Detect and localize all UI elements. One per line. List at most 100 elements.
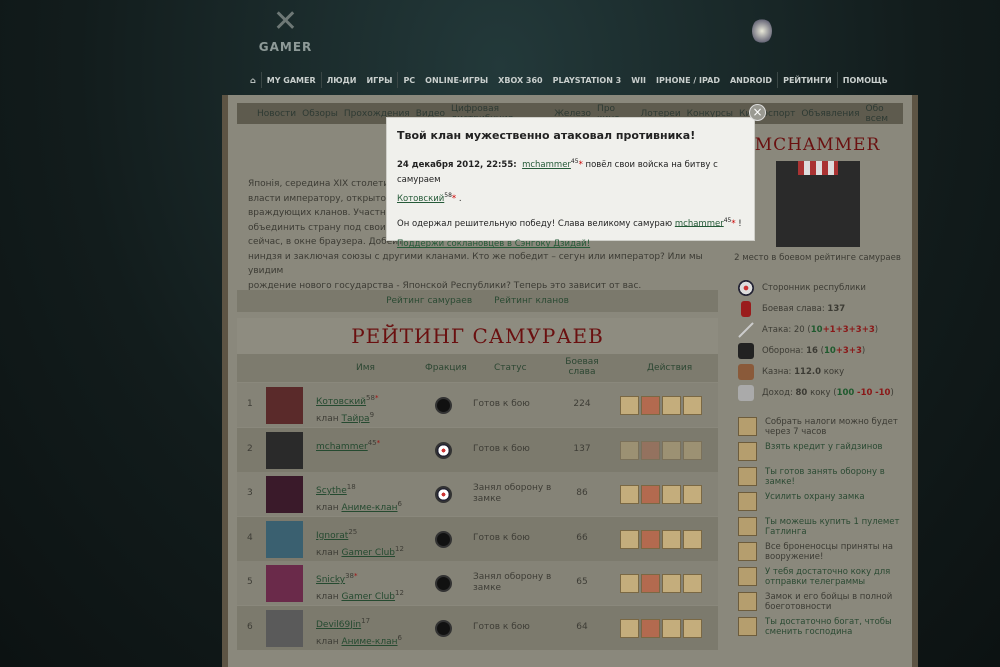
attack-swords-icon[interactable]	[620, 529, 639, 549]
fan-icon[interactable]	[641, 396, 660, 415]
spears-icon[interactable]	[662, 618, 681, 638]
player-link[interactable]: Scythe	[316, 486, 347, 496]
attack-swords-icon[interactable]	[620, 485, 639, 504]
castle-action-item[interactable]: Ты готов занять оборону в замке!	[738, 467, 905, 492]
fan-icon[interactable]	[641, 440, 660, 460]
winner-link[interactable]: mchammer	[675, 218, 724, 228]
player-link[interactable]: Котовский	[316, 397, 366, 407]
attack-swords-icon[interactable]	[620, 440, 639, 460]
rank: 3	[247, 488, 253, 498]
castle-action-item[interactable]: Замок и его бойцы в полной боеготовности	[738, 592, 905, 617]
spears-icon[interactable]	[662, 574, 681, 593]
stat-treasury: Казна: 112.0 коку	[738, 361, 905, 382]
player-avatar[interactable]	[266, 609, 303, 647]
player-avatar[interactable]	[266, 476, 303, 513]
topnav-item[interactable]: WII	[626, 76, 651, 85]
subnav-item[interactable]: Обзоры	[302, 109, 338, 119]
spears-icon[interactable]	[662, 396, 681, 415]
status: Готов к бою	[473, 399, 530, 409]
player-link[interactable]: Snicky	[316, 575, 345, 585]
value: -10	[857, 387, 873, 398]
sword-icon	[738, 321, 754, 338]
level: 6	[397, 500, 402, 508]
stat-text: Казна: 112.0 коку	[762, 367, 844, 377]
value: +3	[861, 324, 875, 335]
topnav-item[interactable]: ONLINE-ИГРЫ	[420, 76, 493, 85]
status: Готов к бою	[473, 532, 530, 543]
spears-icon[interactable]	[662, 529, 681, 549]
shuriken-icon[interactable]	[683, 574, 702, 593]
home-icon[interactable]: ⌂	[245, 76, 261, 85]
value: +3	[848, 345, 862, 356]
action-icon	[738, 567, 757, 586]
star-icon: *	[451, 193, 457, 204]
topnav-item[interactable]: ПОМОЩЬ	[838, 76, 893, 85]
clan-link[interactable]: Тайра	[341, 414, 369, 424]
action-label: Замок и его бойцы в полной боеготовности	[765, 592, 893, 612]
table-header: Имя Фракция Статус Боевая слава Действия	[237, 354, 718, 382]
castle-action-item[interactable]: Усилить охрану замка	[738, 492, 905, 517]
shuriken-icon[interactable]	[683, 440, 702, 460]
player-avatar[interactable]	[266, 387, 303, 424]
attacker-link[interactable]: mchammer	[522, 160, 571, 170]
attack-swords-icon[interactable]	[620, 396, 639, 415]
topnav-item[interactable]: РЕЙТИНГИ	[778, 76, 837, 85]
topnav-item[interactable]: PLAYSTATION 3	[548, 76, 627, 85]
clan-link[interactable]: Gamer Club	[341, 592, 395, 602]
castle-action-item[interactable]: Ты достаточно богат, чтобы сменить госпо…	[738, 617, 905, 642]
clan-prefix: клан	[316, 503, 339, 513]
attack-swords-icon[interactable]	[620, 618, 639, 638]
topnav-item[interactable]: XBOX 360	[493, 76, 547, 85]
topnav-item[interactable]: MY GAMER	[262, 76, 321, 85]
status: Готов к бою	[473, 621, 530, 632]
fan-icon[interactable]	[641, 529, 660, 549]
action-icon	[738, 442, 757, 461]
fan-icon[interactable]	[641, 618, 660, 638]
gamer-logo[interactable]: ✕ GAMER	[248, 4, 323, 60]
shuriken-icon[interactable]	[683, 396, 702, 415]
fan-icon[interactable]	[641, 574, 660, 593]
profile-avatar[interactable]	[775, 161, 860, 247]
profile-place: 2 место в боевом рейтинге самураев	[734, 253, 901, 263]
castle-action-item[interactable]: Ты можешь купить 1 пулемет Гатлинга	[738, 517, 905, 542]
clan-link[interactable]: Gamer Club	[341, 548, 395, 558]
shogun-faction-icon	[435, 575, 452, 592]
castle-action-item[interactable]: Взять кредит у гайдзинов	[738, 442, 905, 467]
tab-clan-rating[interactable]: Рейтинг кланов	[494, 296, 569, 306]
attack-swords-icon[interactable]	[620, 574, 639, 593]
tab-samurai-rating[interactable]: Рейтинг самураев	[386, 296, 472, 306]
value: +3	[848, 324, 862, 335]
shuriken-icon[interactable]	[683, 529, 702, 549]
action-label: Ты готов занять оборону в замке!	[765, 467, 885, 487]
spears-icon[interactable]	[662, 440, 681, 460]
topnav-item[interactable]: ANDROID	[725, 76, 777, 85]
subnav-item[interactable]: Обо всем	[865, 104, 903, 124]
shuriken-icon[interactable]	[683, 618, 702, 638]
subnav-item[interactable]: Новости	[257, 109, 296, 119]
clan-link[interactable]: Аниме-клан	[341, 637, 397, 647]
topnav-item[interactable]: PC	[398, 76, 420, 85]
battle-notification-dialog: Твой клан мужественно атаковал противник…	[386, 117, 755, 249]
spears-icon[interactable]	[662, 485, 681, 504]
subnav-item[interactable]: Объявления	[801, 109, 859, 119]
player-avatar[interactable]	[266, 520, 303, 558]
player-avatar[interactable]	[266, 565, 303, 602]
action-icon	[738, 617, 757, 636]
castle-action-item[interactable]: У тебя достаточно коку для отправки теле…	[738, 567, 905, 592]
support-clan-link[interactable]: Поддержи соклановцев в Сэнгоку Дзидай!	[397, 239, 590, 249]
topnav-item[interactable]: ЛЮДИ	[322, 76, 362, 85]
player-link[interactable]: Devil69Jin	[316, 620, 361, 630]
topnav-item[interactable]: ИГРЫ	[361, 76, 397, 85]
shuriken-icon[interactable]	[683, 485, 702, 504]
castle-action-item[interactable]: Собрать налоги можно будет через 7 часов	[738, 417, 905, 442]
topnav-item[interactable]: IPHONE / IPAD	[651, 76, 725, 85]
player-avatar[interactable]	[266, 431, 303, 469]
player-name-cell: Devil69Jin17 клан Аниме-клан6	[316, 615, 402, 649]
player-link[interactable]: Ignorat	[316, 531, 348, 541]
defender-link[interactable]: Котовский	[397, 194, 444, 204]
close-dialog-button[interactable]: ×	[749, 104, 766, 121]
player-link[interactable]: mchammer	[316, 442, 368, 452]
fan-icon[interactable]	[641, 485, 660, 504]
castle-action-item[interactable]: Все броненосцы приняты на вооружение!	[738, 542, 905, 567]
clan-link[interactable]: Аниме-клан	[341, 503, 397, 513]
